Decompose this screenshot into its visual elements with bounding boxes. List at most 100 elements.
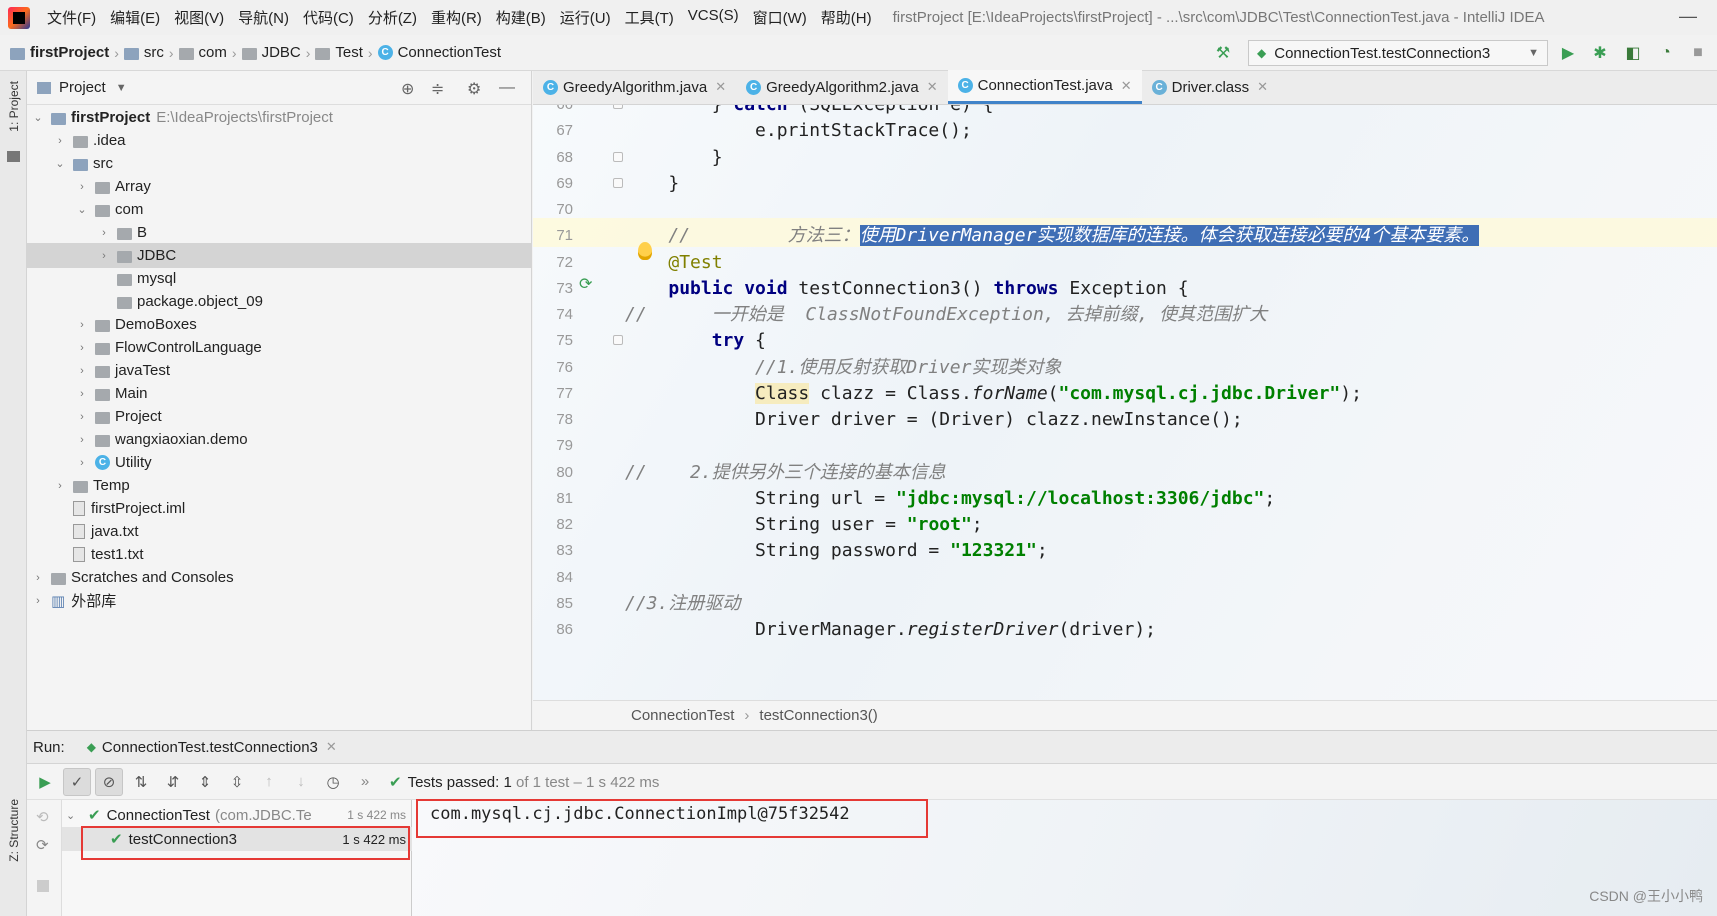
minimize-icon[interactable]: — — [1679, 6, 1697, 27]
up-arrow-icon[interactable]: ↑ — [255, 768, 283, 796]
code-line[interactable]: // 方法三：使用DriverManager实现数据库的连接。体会获取连接必要的… — [625, 221, 1480, 250]
code-line[interactable]: Class clazz = Class.forName("com.mysql.c… — [625, 379, 1362, 408]
menu-item[interactable]: VCS(S) — [681, 7, 746, 28]
breadcrumb-item[interactable]: › Test — [301, 44, 363, 61]
project-tool-button[interactable]: 1: Project — [7, 81, 21, 132]
tree-item[interactable]: ⌄ com — [27, 197, 532, 222]
rerun-failed-icon[interactable]: ⟲ — [36, 808, 49, 826]
menu-item[interactable]: 帮助(H) — [814, 7, 879, 28]
tree-item[interactable]: mysql — [27, 266, 532, 291]
run-icon[interactable]: ▶ — [1558, 43, 1578, 63]
console-output[interactable]: com.mysql.cj.jdbc.ConnectionImpl@75f3254… — [412, 799, 1717, 916]
fold-marker-icon[interactable] — [613, 105, 623, 109]
tree-item[interactable]: › Scratches and Consoles — [27, 565, 532, 590]
chevron-right-icon[interactable]: › — [75, 365, 89, 377]
chevron-right-icon[interactable]: › — [75, 411, 89, 423]
close-icon[interactable]: ✕ — [927, 79, 938, 95]
tree-item[interactable]: › DemoBoxes — [27, 312, 532, 337]
breadcrumb-item[interactable]: firstProject — [10, 44, 109, 61]
menu-item[interactable]: 视图(V) — [167, 7, 231, 28]
menu-item[interactable]: 导航(N) — [231, 7, 296, 28]
tree-item[interactable]: ⌄ src — [27, 151, 532, 176]
editor-tab[interactable]: C Driver.class ✕ — [1142, 70, 1278, 104]
code-line[interactable]: DriverManager.registerDriver(driver); — [625, 615, 1156, 644]
breadcrumb-item[interactable]: › src — [109, 44, 164, 61]
editor-tab[interactable]: C GreedyAlgorithm.java ✕ — [533, 70, 736, 104]
menu-item[interactable]: 工具(T) — [618, 7, 681, 28]
build-hammer-icon[interactable]: ⚒ — [1213, 43, 1233, 63]
tree-item[interactable]: java.txt — [27, 519, 532, 544]
close-icon[interactable]: ✕ — [1257, 79, 1268, 95]
tree-item[interactable]: › C Utility — [27, 450, 532, 475]
more-chevron-icon[interactable]: » — [351, 768, 379, 796]
close-icon[interactable]: ✕ — [715, 79, 726, 95]
stop-icon[interactable] — [37, 880, 49, 892]
run-configuration-select[interactable]: ◆ ConnectionTest.testConnection3 ▼ — [1248, 40, 1548, 66]
tree-item[interactable]: › .idea — [27, 128, 532, 153]
menu-item[interactable]: 重构(R) — [424, 7, 489, 28]
code-line[interactable]: public void testConnection3() throws Exc… — [625, 274, 1188, 303]
hide-icon[interactable]: — — [499, 79, 515, 97]
history-clock-icon[interactable]: ◷ — [319, 768, 347, 796]
tree-item[interactable]: › Array — [27, 174, 532, 199]
breadcrumb-item[interactable]: › com — [164, 44, 227, 61]
chevron-right-icon[interactable]: › — [97, 250, 111, 262]
collapse-all-icon[interactable]: ≑ — [431, 79, 444, 99]
code-line[interactable]: // 2.提供另外三个连接的基本信息 — [625, 458, 946, 487]
gear-icon[interactable]: ⚙ — [467, 79, 481, 99]
coverage-icon[interactable]: ◧ — [1623, 43, 1643, 63]
tree-item[interactable]: › FlowControlLanguage — [27, 335, 532, 360]
chevron-right-icon[interactable]: › — [31, 595, 45, 607]
tree-item[interactable]: ⌄ firstProject E:\IdeaProjects\firstProjec… — [27, 105, 532, 130]
test-suite-row[interactable]: ⌄ ✔ ConnectionTest (com.JDBC.Te 1 s 422 … — [62, 803, 412, 827]
run-tab-label[interactable]: ConnectionTest.testConnection3 — [102, 739, 318, 756]
show-passed-icon[interactable]: ✓ — [63, 767, 91, 796]
menu-item[interactable]: 编辑(E) — [103, 7, 167, 28]
chevron-right-icon[interactable]: › — [75, 388, 89, 400]
show-ignored-icon[interactable]: ⊘ — [95, 767, 123, 796]
code-line[interactable]: } — [625, 143, 723, 172]
sort-alpha-icon[interactable]: ⇅ — [127, 768, 155, 796]
menu-item[interactable]: 运行(U) — [553, 7, 618, 28]
tree-item[interactable]: firstProject.iml — [27, 496, 532, 521]
run-test-gutter-icon[interactable]: ⟳ — [579, 274, 592, 294]
chevron-right-icon[interactable]: › — [75, 434, 89, 446]
menu-item[interactable]: 构建(B) — [489, 7, 553, 28]
code-line[interactable]: //3.注册驱动 — [625, 589, 740, 618]
fold-marker-icon[interactable] — [613, 335, 623, 346]
close-icon[interactable]: ✕ — [1121, 78, 1132, 94]
breadcrumb-class[interactable]: ConnectionTest — [631, 707, 734, 724]
tree-item[interactable]: › B — [27, 220, 532, 245]
code-editor[interactable]: 6667686970717273747576777879808182838485… — [533, 105, 1717, 700]
down-arrow-icon[interactable]: ↓ — [287, 768, 315, 796]
expand-all-icon[interactable]: ⇕ — [191, 768, 219, 796]
chevron-right-icon[interactable]: › — [31, 572, 45, 584]
code-line[interactable]: } — [625, 169, 679, 198]
breadcrumb-item[interactable]: › JDBC — [227, 44, 301, 61]
tree-item[interactable]: › wangxiaoxian.demo — [27, 427, 532, 452]
editor-tab[interactable]: C GreedyAlgorithm2.java ✕ — [736, 70, 947, 104]
toggle-autotest-icon[interactable]: ⟳ — [36, 836, 49, 854]
chevron-right-icon[interactable]: › — [53, 480, 67, 492]
chevron-down-icon[interactable]: ▼ — [116, 82, 127, 94]
collapse-all-icon[interactable]: ⇳ — [223, 768, 251, 796]
code-line[interactable]: //1.使用反射获取Driver实现类对象 — [625, 353, 1061, 382]
menu-item[interactable]: 文件(F) — [40, 7, 103, 28]
tree-item[interactable]: › Temp — [27, 473, 532, 498]
profile-icon[interactable]: ◔ — [1656, 43, 1676, 63]
menu-item[interactable]: 代码(C) — [296, 7, 361, 28]
close-icon[interactable]: ✕ — [326, 739, 337, 755]
chevron-right-icon[interactable]: › — [75, 319, 89, 331]
chevron-right-icon[interactable]: › — [97, 227, 111, 239]
code-line[interactable]: String password = "123321"; — [625, 536, 1048, 565]
tree-item[interactable]: › javaTest — [27, 358, 532, 383]
breadcrumb-item[interactable]: › C ConnectionTest — [363, 44, 501, 61]
menu-item[interactable]: 分析(Z) — [361, 7, 424, 28]
tree-item[interactable]: › Main — [27, 381, 532, 406]
code-line[interactable]: e.printStackTrace(); — [625, 116, 972, 145]
chevron-down-icon[interactable]: ⌄ — [31, 111, 45, 124]
editor-tab[interactable]: C ConnectionTest.java ✕ — [947, 70, 1142, 104]
tree-item[interactable]: package.object_09 — [27, 289, 532, 314]
sort-duration-icon[interactable]: ⇵ — [159, 768, 187, 796]
stop-icon[interactable]: ■ — [1688, 43, 1708, 63]
